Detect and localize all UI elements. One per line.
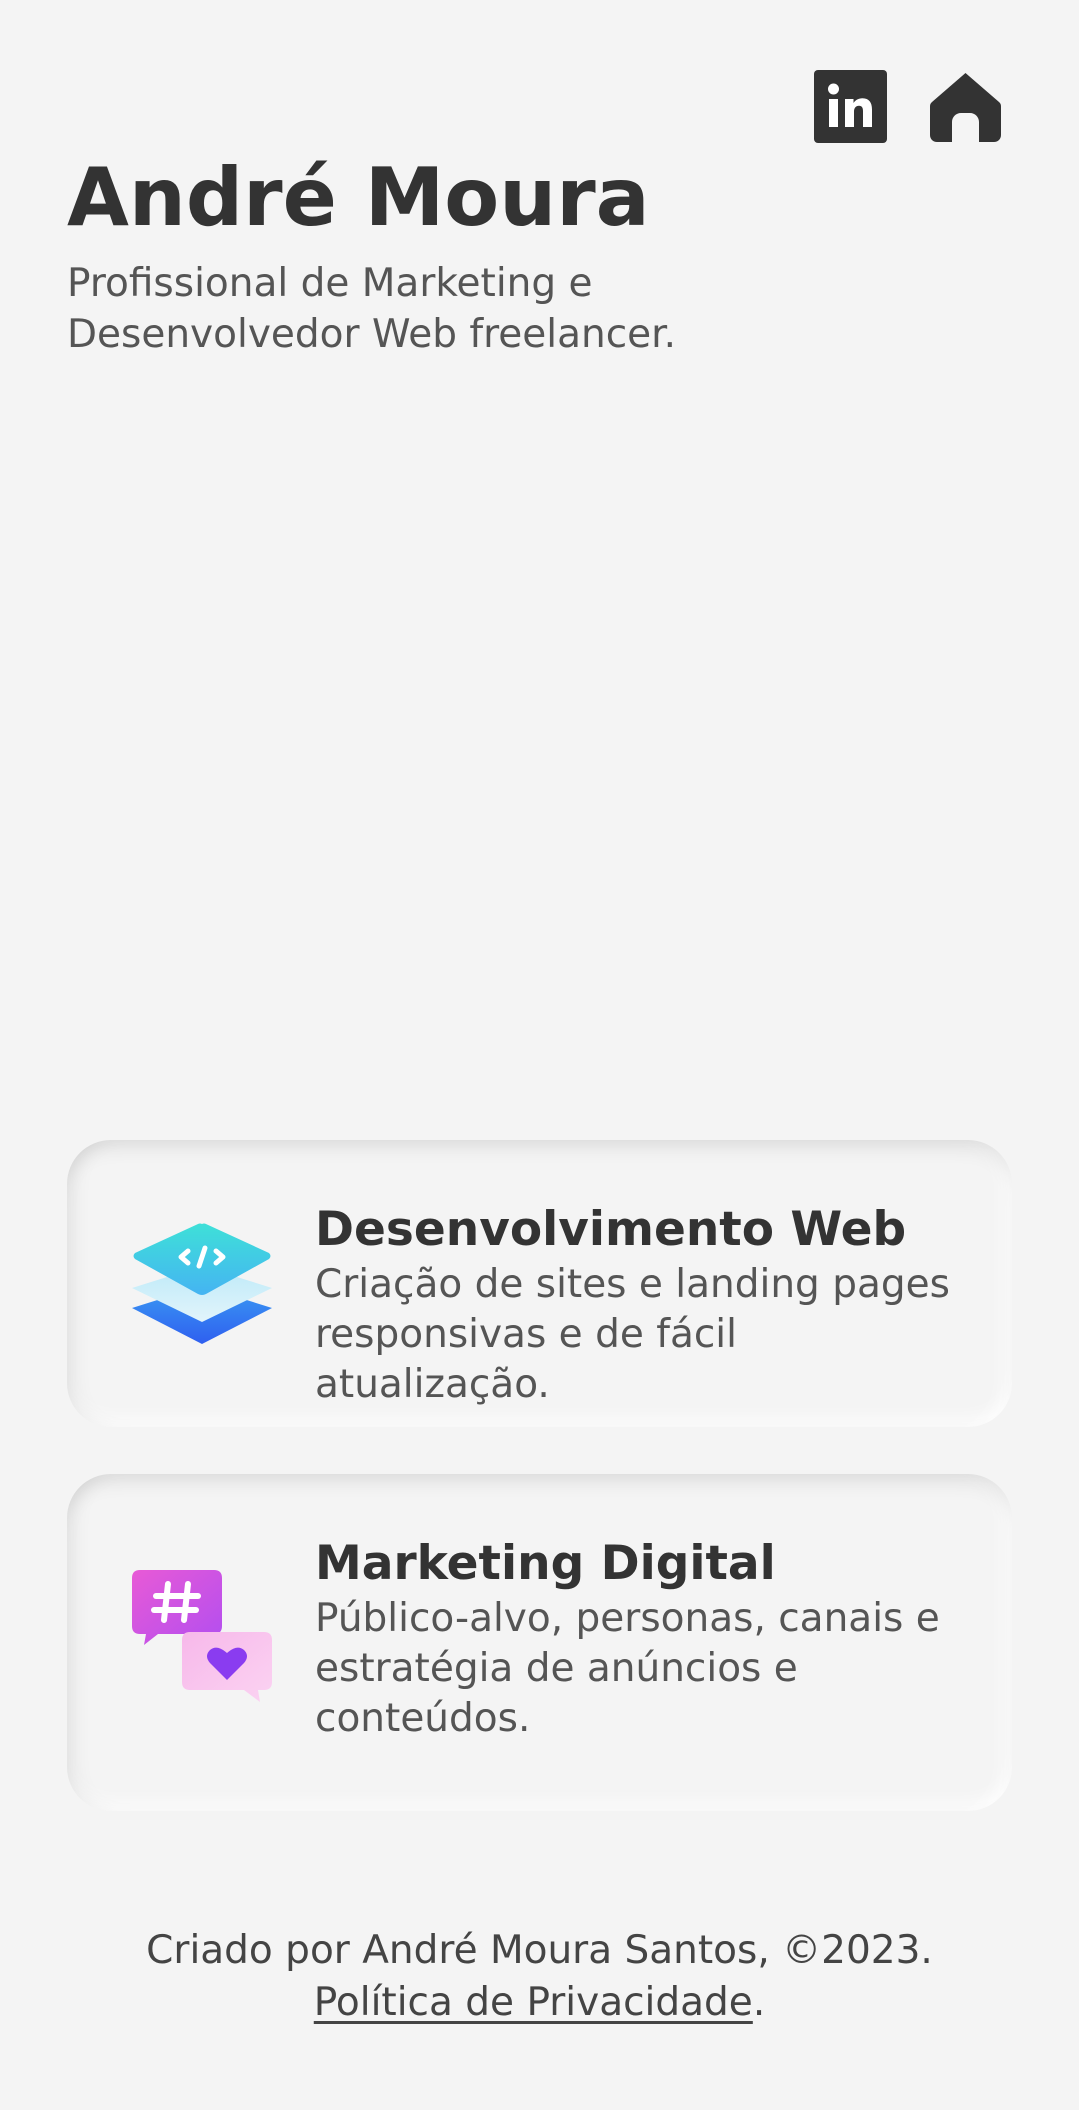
page-footer: Criado por André Moura Santos, ©2023. Po…: [0, 1925, 1079, 2029]
linkedin-icon[interactable]: [814, 70, 887, 143]
web-layers-code-icon: [132, 1216, 272, 1356]
footer-links: Política de Privacidade.: [0, 1977, 1079, 2029]
page-tagline: Profissional de Marketing e Desenvolvedo…: [67, 261, 677, 357]
service-card-web-development[interactable]: Desenvolvimento Web Criação de sites e l…: [67, 1140, 1012, 1427]
service-description: Público-alvo, personas, canais e estraté…: [315, 1596, 940, 1741]
service-card-text: Marketing Digital Público-alvo, personas…: [315, 1534, 972, 1744]
page-header: André Moura Profissional de Marketing e …: [67, 150, 787, 360]
service-card-digital-marketing[interactable]: Marketing Digital Público-alvo, personas…: [67, 1474, 1012, 1811]
home-icon[interactable]: [929, 70, 1002, 143]
page-title: André Moura: [67, 151, 650, 244]
service-title: Marketing Digital: [315, 1536, 776, 1591]
service-card-text: Desenvolvimento Web Criação de sites e l…: [315, 1200, 972, 1410]
service-title: Desenvolvimento Web: [315, 1202, 907, 1257]
top-nav: [814, 70, 1002, 143]
privacy-policy-link[interactable]: Política de Privacidade: [314, 1980, 753, 2025]
hashtag-heart-chat-icon: [132, 1570, 272, 1710]
footer-credit: Criado por André Moura Santos, ©2023.: [146, 1928, 933, 1973]
footer-period: .: [752, 1980, 766, 2025]
service-description: Criação de sites e landing pages respons…: [315, 1262, 950, 1407]
